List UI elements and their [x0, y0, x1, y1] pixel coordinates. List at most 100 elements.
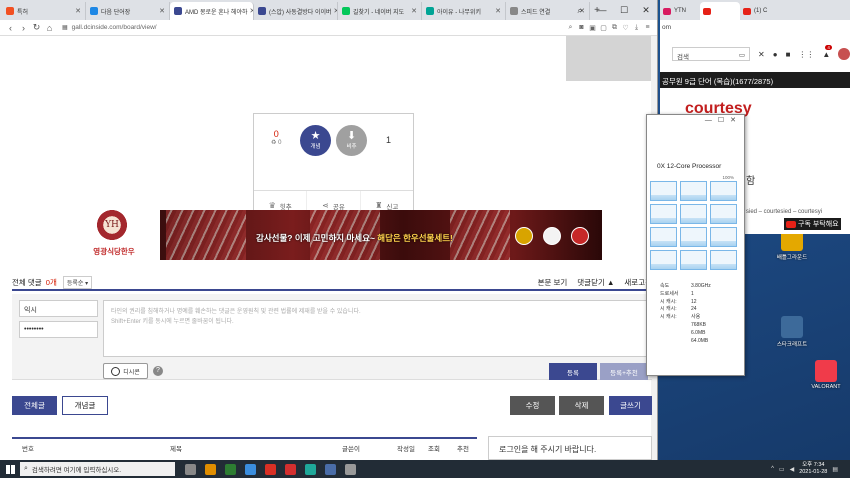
search-icon[interactable]: ⌕ [565, 24, 576, 32]
forward-icon[interactable]: › [17, 23, 30, 33]
cpu-core-graph [680, 250, 707, 270]
youtube-tab-active[interactable] [700, 2, 740, 20]
tab-close-icon[interactable]: ✕ [73, 7, 81, 15]
grid-icon[interactable]: ▦ [62, 24, 68, 31]
clock[interactable]: 오후 7:34 2021-01-28 [799, 462, 827, 476]
address-bar[interactable]: gall.dcinside.com/board/view/ [72, 24, 565, 31]
start-button[interactable] [0, 460, 20, 478]
youtube-tab-ytn[interactable]: YTN [660, 2, 700, 20]
action-label: 공유 [332, 203, 345, 211]
search-placeholder: 검색 [677, 54, 689, 61]
avatar[interactable] [838, 48, 850, 60]
concept-posts-button[interactable]: 개념글 [62, 396, 108, 415]
camera-icon[interactable]: ◙ [576, 24, 587, 31]
volume-icon[interactable]: ◀ [790, 466, 795, 473]
youtube-tab-3[interactable]: (1) C [740, 2, 780, 20]
close-icon[interactable]: ✕ [730, 117, 742, 124]
tab-4[interactable]: 길찾기 - 네이버 지도 ✕ [338, 2, 422, 20]
downvote-button[interactable]: ⬇ 비추 [336, 125, 367, 156]
comments-count: 0개 [45, 277, 57, 287]
col-writer: 글쓴이 [342, 446, 360, 453]
tab-label: 다음 단어장 [101, 9, 131, 16]
subscribe-text: 구독 부탁해요 [798, 221, 839, 228]
bookmark-icon[interactable]: ♡ [620, 24, 631, 32]
keyboard-icon[interactable]: ▭ [739, 51, 745, 59]
video-title: 공무원 9급 단어 (복습)(1677/2875) [660, 72, 850, 88]
youtube-address-bar[interactable]: om [660, 20, 850, 36]
comments-actions: 본문 보기 댓글닫기 ▲ 새로고침 [538, 277, 652, 288]
comments-sort-select[interactable]: 등록순 ▾ [62, 275, 93, 289]
taskbar-app-icon[interactable] [325, 463, 336, 475]
stat-label: 드로세서 [660, 290, 679, 297]
tab-2-active[interactable]: AMD 몽로운 혼나 헤야하✕ [170, 2, 254, 20]
cpu-core-graph [710, 227, 737, 247]
notifications-icon[interactable]: ▲ 4 [822, 44, 832, 59]
youtube-search-input[interactable]: 검색 ▭ [672, 47, 751, 61]
download-icon[interactable]: ⤓ [631, 24, 642, 32]
ad-brand-logo[interactable]: YH 영광식당한우 [76, 208, 152, 262]
tab-favicon-icon [342, 7, 350, 15]
tab-3[interactable]: (스압) 사동결방다 이이버✕ [254, 2, 338, 20]
tab-close-icon[interactable]: ✕ [409, 7, 417, 15]
screen-icon[interactable]: ▣ [587, 24, 598, 32]
apps-grid-icon[interactable]: ⋮⋮ [798, 50, 814, 59]
help-icon[interactable]: ? [153, 366, 163, 376]
create-video-icon[interactable]: ■ [786, 50, 791, 59]
view-post-link[interactable]: 본문 보기 [538, 277, 568, 288]
reload-icon[interactable]: ↻ [30, 22, 43, 33]
menu-icon[interactable]: ≡ [642, 24, 653, 31]
password-field[interactable]: •••••••• [19, 321, 98, 338]
pip-icon[interactable]: ▢ [598, 24, 609, 32]
taskbar-search-input[interactable]: ⌕ 검색하려면 여기에 입력하십시오. [20, 462, 175, 476]
col-date: 작성일 [397, 446, 415, 453]
taskbar-app-icon[interactable] [345, 463, 356, 475]
delete-button[interactable]: 삭제 [559, 396, 604, 415]
minimize-icon[interactable]: — [705, 117, 718, 124]
notification-center-icon[interactable]: ▤ [832, 466, 838, 473]
dcicon-button[interactable]: 디시콘 [103, 363, 148, 379]
tab-0[interactable]: 특허 ✕ [2, 2, 86, 20]
taskbar-app-icon[interactable] [305, 463, 316, 475]
taskbar-app-icon[interactable] [225, 463, 236, 475]
close-icon[interactable]: ✕ [635, 5, 657, 16]
write-button[interactable]: 글쓰기 [609, 396, 652, 415]
nickname-field[interactable]: 익시 [19, 300, 98, 317]
maximize-icon[interactable]: ☐ [718, 117, 730, 124]
tab-1[interactable]: 다음 단어장 ✕ [86, 2, 170, 20]
taskbar-app-icon[interactable] [285, 463, 296, 475]
submit-and-recommend-button[interactable]: 등록+추천 [600, 363, 648, 380]
ad-banner[interactable]: 감사선물? 이제 고민하지 마세요~ 해답은 한우선물세트! [160, 210, 602, 260]
taskbar-app-icon[interactable] [245, 463, 256, 475]
maximize-icon[interactable]: ☐ [613, 5, 635, 16]
certification-seal-icon [515, 227, 533, 245]
vocab-forms: sied – courtesied – courtesyi [746, 209, 823, 215]
close-icon[interactable]: ✕ [758, 50, 765, 59]
submit-comment-button[interactable]: 등록 [549, 363, 597, 380]
taskbar-app-icon[interactable] [265, 463, 276, 475]
tab-close-icon[interactable]: ✕ [493, 7, 501, 15]
task-manager-controls: —☐✕ [705, 116, 742, 124]
tray-chevron-icon[interactable]: ^ [771, 466, 774, 472]
taskbar-app-icon[interactable] [185, 463, 196, 475]
star-icon: ★ [310, 130, 321, 142]
close-comments-link[interactable]: 댓글닫기 ▲ [577, 277, 614, 288]
edit-button[interactable]: 수정 [510, 396, 555, 415]
quality-seal-icon [571, 227, 589, 245]
network-icon[interactable]: ▭ [779, 466, 785, 473]
upvote-button[interactable]: ★ 개념 [300, 125, 331, 156]
home-icon[interactable]: ⌂ [43, 23, 56, 33]
search-tabs-icon[interactable]: ⌕ [569, 5, 591, 16]
taskbar-app-icon[interactable] [205, 463, 216, 475]
minimize-icon[interactable]: — [591, 5, 613, 15]
comment-textarea[interactable]: 타인의 권리를 침해하거나 명예를 훼손하는 댓글은 운영원칙 및 관련 법률에… [103, 300, 648, 357]
back-icon[interactable]: ‹ [4, 23, 17, 33]
meat-image [450, 210, 510, 260]
mic-icon[interactable]: ● [773, 50, 778, 59]
copy-icon[interactable]: ⧉ [609, 24, 620, 32]
tab-close-icon[interactable]: ✕ [157, 7, 165, 15]
all-posts-button[interactable]: 전체글 [12, 396, 57, 415]
vocab-meaning: 함 [746, 176, 756, 187]
meat-image [166, 210, 246, 260]
tab-favicon-icon [258, 7, 266, 15]
tab-5[interactable]: 아이유 - 나무위키 ✕ [422, 2, 506, 20]
